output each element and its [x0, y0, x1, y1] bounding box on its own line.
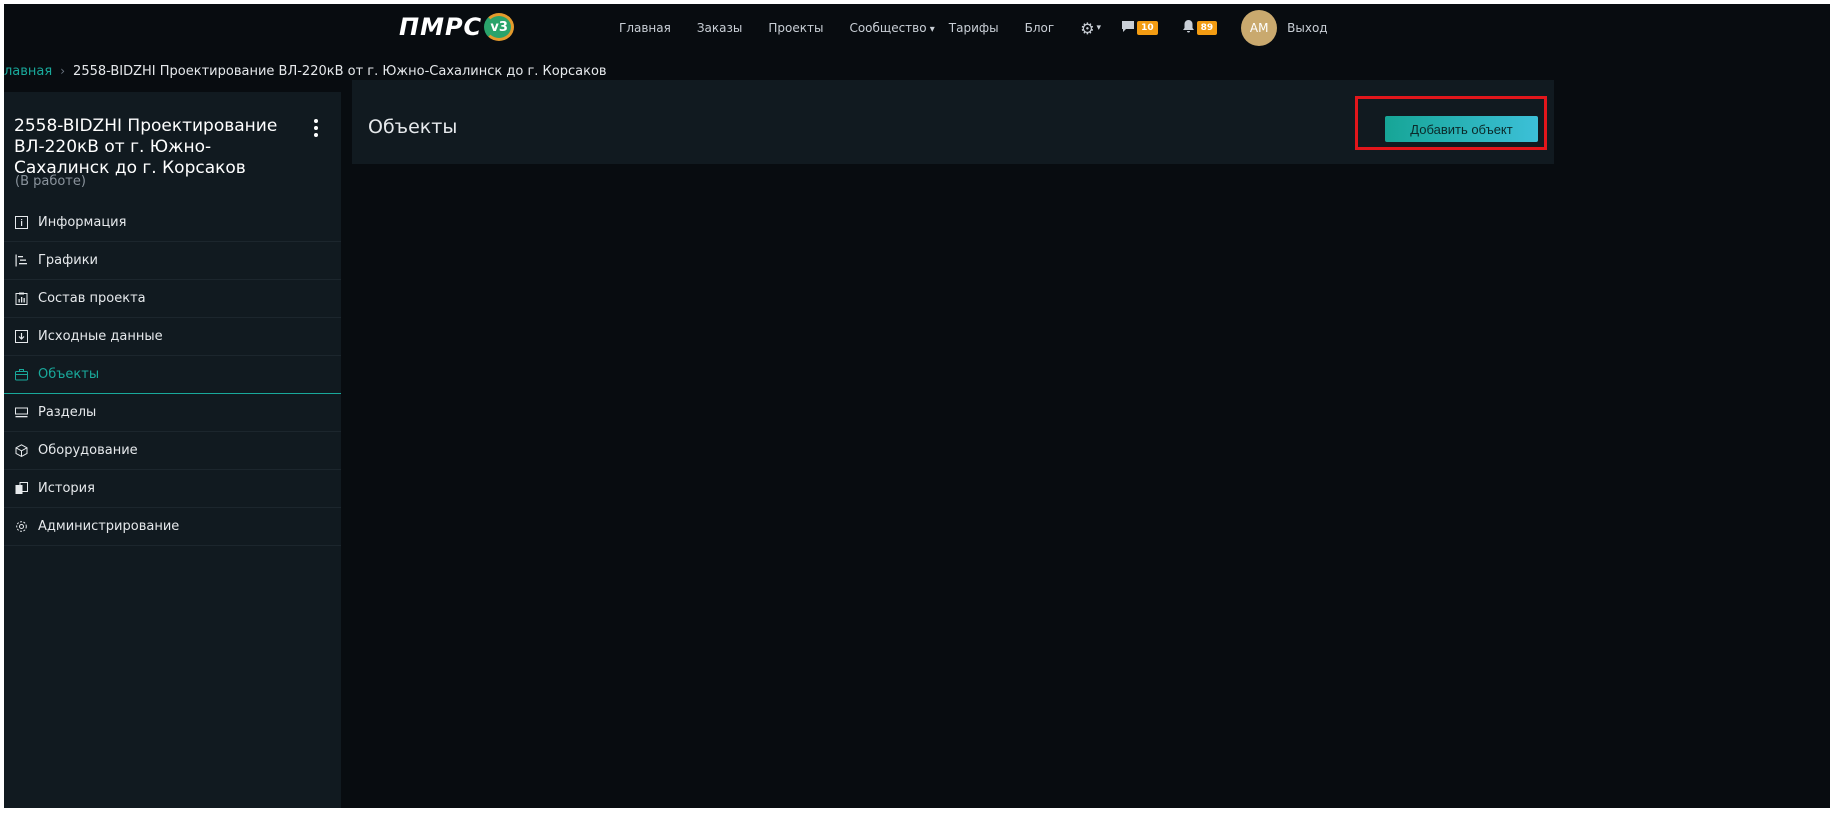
sidebar-item-equipment[interactable]: Оборудование: [4, 432, 341, 470]
logo-text: ПМРС: [399, 13, 483, 41]
chevron-down-icon: ▾: [1096, 23, 1102, 33]
logout-link[interactable]: Выход: [1287, 21, 1327, 35]
gear-icon: ⚙: [1080, 18, 1095, 38]
app-window: ПМРС v3 Главная Заказы Проекты Сообществ…: [4, 4, 1830, 808]
sidebar-item-source-data[interactable]: Исходные данные: [4, 318, 341, 356]
more-options-icon[interactable]: [304, 116, 328, 140]
download-box-icon: [14, 330, 28, 344]
logo[interactable]: ПМРС v3: [399, 13, 515, 41]
notifications-button[interactable]: 89: [1182, 19, 1218, 37]
bell-icon: [1182, 19, 1195, 37]
page-title: Объекты: [368, 116, 458, 138]
settings-dropdown[interactable]: ⚙ ▾: [1080, 19, 1101, 38]
history-icon: [14, 482, 28, 496]
sidebar-item-label: Состав проекта: [38, 291, 146, 306]
chat-icon: [1121, 20, 1135, 37]
project-sidebar: 2558-BIDZHI Проектирование ВЛ-220кВ от г…: [4, 92, 341, 808]
sidebar-item-project-composition[interactable]: Состав проекта: [4, 280, 341, 318]
add-object-button[interactable]: Добавить объект: [1385, 116, 1538, 142]
clipboard-chart-icon: [14, 292, 28, 306]
breadcrumb-current: 2558-BIDZHI Проектирование ВЛ-220кВ от г…: [73, 63, 607, 79]
sidebar-item-label: История: [38, 481, 95, 496]
info-icon: [14, 216, 28, 230]
project-menu: Информация Графики Состав проекта Исходн…: [4, 204, 341, 546]
nav-home[interactable]: Главная: [619, 21, 671, 35]
breadcrumb-separator: ›: [60, 64, 66, 78]
logo-version-badge: v3: [484, 13, 515, 41]
main-nav: Главная Заказы Проекты Сообщество Тарифы…: [619, 4, 1328, 52]
project-title: 2558-BIDZHI Проектирование ВЛ-220кВ от г…: [14, 116, 278, 178]
sidebar-item-label: Разделы: [38, 405, 97, 420]
sidebar-item-label: Информация: [38, 215, 127, 230]
nav-tariffs[interactable]: Тарифы: [949, 21, 999, 35]
cube-icon: [14, 444, 28, 458]
sidebar-item-information[interactable]: Информация: [4, 204, 341, 242]
notifications-count-badge: 89: [1196, 21, 1218, 35]
gantt-icon: [14, 254, 28, 268]
nav-projects[interactable]: Проекты: [768, 21, 823, 35]
briefcase-icon: [14, 368, 28, 382]
sidebar-item-label: Объекты: [38, 367, 100, 382]
nav-community[interactable]: Сообщество: [849, 21, 934, 35]
gear-icon: [14, 520, 28, 534]
messages-button[interactable]: 10: [1121, 20, 1158, 37]
breadcrumb: лавная › 2558-BIDZHI Проектирование ВЛ-2…: [4, 62, 607, 80]
nav-blog[interactable]: Блог: [1025, 21, 1055, 35]
sidebar-item-label: Администрирование: [38, 519, 180, 534]
sidebar-item-objects[interactable]: Объекты: [4, 356, 341, 394]
breadcrumb-home[interactable]: лавная: [4, 64, 52, 79]
layers-icon: [14, 406, 28, 420]
sidebar-item-label: Оборудование: [38, 443, 138, 458]
sidebar-item-label: Исходные данные: [38, 329, 163, 344]
project-status: (В работе): [15, 174, 86, 189]
sidebar-item-history[interactable]: История: [4, 470, 341, 508]
objects-panel: Объекты Добавить объект: [352, 80, 1554, 164]
messages-count-badge: 10: [1137, 21, 1158, 35]
sidebar-item-charts[interactable]: Графики: [4, 242, 341, 280]
top-navbar: ПМРС v3 Главная Заказы Проекты Сообществ…: [4, 4, 1830, 52]
sidebar-item-administration[interactable]: Администрирование: [4, 508, 341, 546]
sidebar-item-sections[interactable]: Разделы: [4, 394, 341, 432]
sidebar-item-label: Графики: [38, 253, 99, 268]
nav-orders[interactable]: Заказы: [697, 21, 743, 35]
avatar[interactable]: АМ: [1241, 10, 1278, 46]
